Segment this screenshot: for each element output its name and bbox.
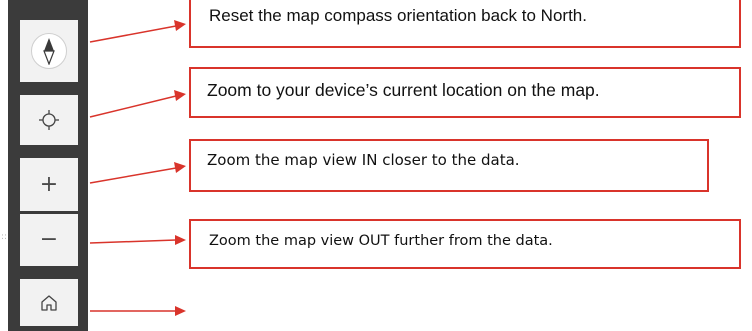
home-button[interactable] [20, 279, 78, 326]
callout-compass-text: Reset the map compass orientation back t… [209, 6, 587, 25]
map-navigation-toolbar: + − [8, 0, 88, 331]
callout-zoom-out: Zoom the map view OUT further from the d… [189, 219, 741, 269]
arrow-home-head [175, 306, 186, 316]
locate-button[interactable] [20, 95, 78, 145]
compass-icon [43, 38, 55, 65]
minus-icon: − [39, 227, 59, 252]
arrow-zoom-out [89, 239, 177, 244]
callout-locate: Zoom to your device’s current location o… [189, 67, 741, 118]
home-icon [41, 294, 57, 311]
callout-zoom-out-text: Zoom the map view OUT further from the d… [209, 233, 553, 249]
arrow-zoom-in [89, 167, 177, 184]
arrow-zoom-in-head [174, 162, 186, 173]
zoom-out-button[interactable]: − [20, 214, 78, 266]
plus-icon: + [39, 171, 59, 197]
arrow-locate-head [174, 90, 186, 101]
callout-compass: Reset the map compass orientation back t… [189, 0, 741, 48]
compass-button[interactable] [20, 20, 78, 82]
arrow-zoom-out-head [175, 235, 186, 245]
map-texture: :: [1, 232, 8, 242]
arrow-compass [89, 25, 177, 43]
crosshair-icon [39, 110, 59, 130]
callout-zoom-in-text: Zoom the map view IN closer to the data. [207, 151, 520, 169]
zoom-in-button[interactable]: + [20, 158, 78, 211]
arrow-compass-head [174, 20, 186, 31]
arrow-locate [89, 95, 177, 118]
callout-locate-text: Zoom to your device’s current location o… [207, 80, 600, 100]
callout-zoom-in: Zoom the map view IN closer to the data. [189, 139, 709, 192]
compass-disc [31, 33, 67, 69]
